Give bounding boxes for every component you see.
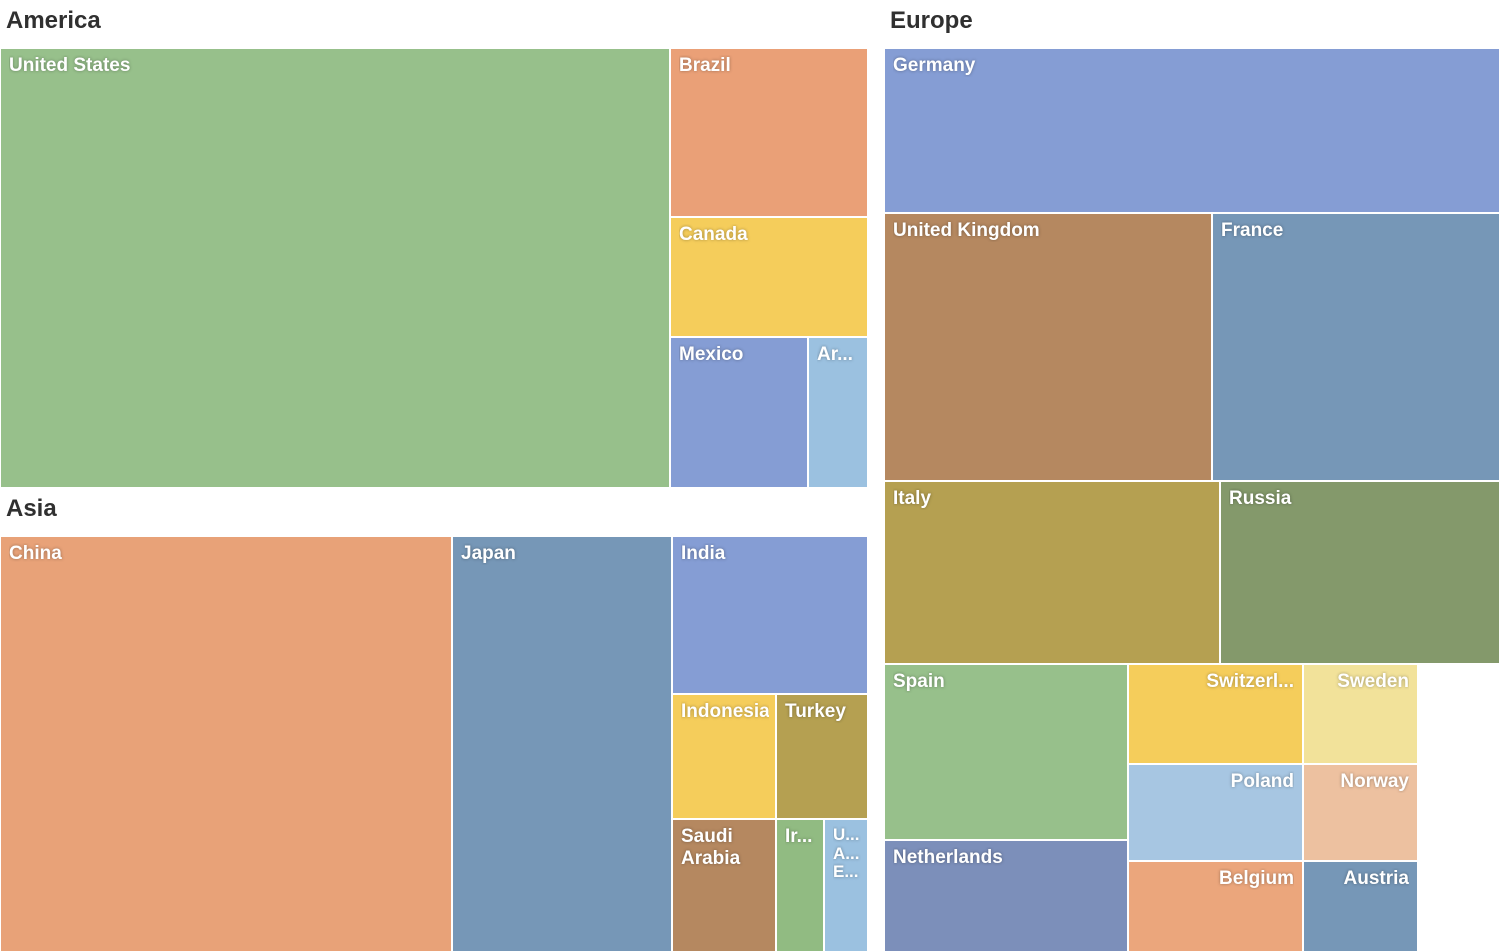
cell-canada[interactable]: Canada [670, 217, 868, 337]
group-label: Europe [890, 7, 973, 34]
cell-brazil[interactable]: Brazil [670, 48, 868, 217]
cell-label: Indonesia [681, 701, 769, 723]
cell-united-kingdom[interactable]: United Kingdom [884, 213, 1212, 481]
cell-label: France [1221, 220, 1493, 242]
cell-label: United Kingdom [893, 220, 1205, 242]
cell-saudi-arabia[interactable]: Saudi Arabia [672, 819, 776, 952]
cell-label: Saudi Arabia [681, 826, 769, 870]
cell-sweden[interactable]: Sweden [1303, 664, 1418, 764]
cell-label: Ar... [817, 344, 861, 366]
cell-label: Mexico [679, 344, 801, 366]
cell-iran[interactable]: Ir... [776, 819, 824, 952]
cell-italy[interactable]: Italy [884, 481, 1220, 664]
cell-label: Netherlands [893, 847, 1121, 869]
cell-poland[interactable]: Poland [1128, 764, 1303, 861]
cell-norway[interactable]: Norway [1303, 764, 1418, 861]
cell-china[interactable]: China [0, 536, 452, 952]
cell-uae[interactable]: U... A... E... [824, 819, 868, 952]
cell-label: India [681, 543, 861, 565]
group-header-america: America [0, 0, 868, 48]
cell-label: Poland [1135, 771, 1294, 793]
cell-label: China [9, 543, 445, 565]
cell-label: U... A... E... [833, 826, 861, 882]
cell-label: Sweden [1310, 671, 1409, 693]
cell-label: Norway [1310, 771, 1409, 793]
group-label: Asia [6, 495, 57, 522]
cell-label: Austria [1310, 868, 1409, 890]
cell-switzerland[interactable]: Switzerl... [1128, 664, 1303, 764]
cell-netherlands[interactable]: Netherlands [884, 840, 1128, 952]
cell-indonesia[interactable]: Indonesia [672, 694, 776, 819]
group-header-asia: Asia [0, 488, 868, 536]
cell-label: Brazil [679, 55, 861, 77]
cell-label: United States [9, 55, 663, 77]
cell-label: Ir... [785, 826, 817, 848]
cell-label: Russia [1229, 488, 1493, 510]
group-label: America [6, 7, 101, 34]
cell-japan[interactable]: Japan [452, 536, 672, 952]
cell-turkey[interactable]: Turkey [776, 694, 868, 819]
cell-russia[interactable]: Russia [1220, 481, 1500, 664]
cell-spain[interactable]: Spain [884, 664, 1128, 840]
cell-label: Germany [893, 55, 1493, 77]
cell-label: Switzerl... [1135, 671, 1294, 693]
cell-label: Italy [893, 488, 1213, 510]
cell-argentina[interactable]: Ar... [808, 337, 868, 488]
cell-label: Canada [679, 224, 861, 246]
cell-india[interactable]: India [672, 536, 868, 694]
cell-label: Turkey [785, 701, 861, 723]
treemap-chart: America United States Brazil Canada Mexi… [0, 0, 1500, 952]
cell-france[interactable]: France [1212, 213, 1500, 481]
cell-germany[interactable]: Germany [884, 48, 1500, 213]
group-header-europe: Europe [884, 0, 1500, 48]
cell-united-states[interactable]: United States [0, 48, 670, 488]
cell-belgium[interactable]: Belgium [1128, 861, 1303, 952]
cell-label: Belgium [1135, 868, 1294, 890]
cell-austria[interactable]: Austria [1303, 861, 1418, 952]
cell-mexico[interactable]: Mexico [670, 337, 808, 488]
cell-label: Japan [461, 543, 665, 565]
cell-label: Spain [893, 671, 1121, 693]
